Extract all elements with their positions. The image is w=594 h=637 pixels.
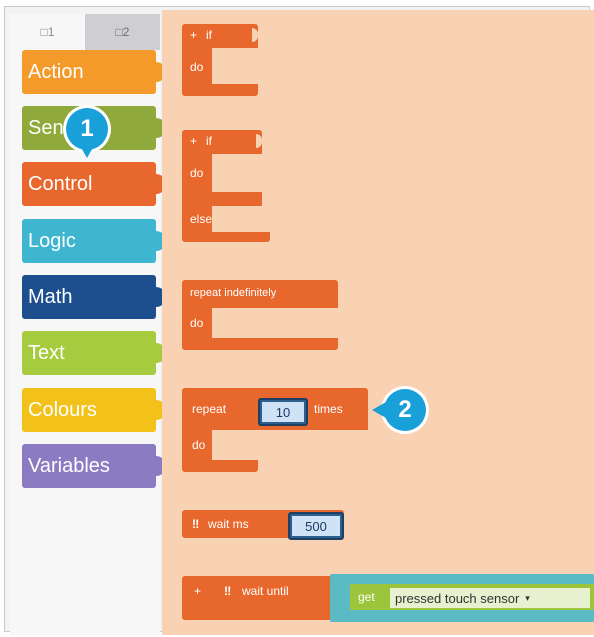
block-workspace[interactable]: + if do + if do else repeat indefinitely… — [162, 10, 594, 635]
repeat-count-value: 10 — [262, 402, 304, 422]
mutator-plus-icon[interactable]: + — [190, 28, 197, 42]
category-logic[interactable]: Logic — [22, 219, 166, 263]
do-label: do — [192, 438, 206, 452]
warning-icon: ‼ — [192, 517, 200, 531]
callout-1-number: 1 — [80, 115, 94, 142]
repeat-indefinitely-label: repeat indefinitely — [190, 287, 277, 299]
callout-2: 2 — [372, 389, 426, 431]
times-label: times — [314, 402, 343, 416]
tab-1[interactable]: □1 — [10, 14, 85, 50]
sensor-dropdown[interactable]: pressed touch sensor ▾ — [390, 588, 590, 608]
category-variables[interactable]: Variables — [22, 444, 166, 488]
repeat-label: repeat — [192, 402, 227, 416]
wait-ms-value: 500 — [292, 516, 340, 536]
mutator-plus-icon[interactable]: + — [190, 134, 197, 148]
do-label: do — [190, 316, 204, 330]
sensor-dropdown-value: pressed touch sensor — [395, 590, 520, 606]
else-label: else — [190, 212, 213, 226]
category-text[interactable]: Text — [22, 331, 166, 375]
tab-2[interactable]: □2 — [85, 14, 160, 50]
if-label: if — [206, 134, 212, 148]
do-label: do — [190, 60, 204, 74]
do-label: do — [190, 166, 204, 180]
callout-2-number: 2 — [398, 396, 412, 423]
category-action[interactable]: Action — [22, 50, 166, 94]
wait-until-label: wait until — [242, 584, 289, 598]
mutator-plus-icon[interactable]: + — [194, 584, 201, 598]
repeat-count-input[interactable]: 10 — [258, 398, 308, 426]
category-colours[interactable]: Colours — [22, 388, 166, 432]
wait-ms-input[interactable]: 500 — [288, 512, 344, 540]
get-label: get — [358, 590, 375, 604]
wait-ms-label: wait ms — [208, 517, 249, 531]
toolbox-tabs: □1 □2 — [10, 14, 160, 50]
warning-icon: ‼ — [224, 584, 232, 598]
callout-1: 1 — [66, 108, 108, 158]
chevron-down-icon: ▾ — [525, 592, 530, 603]
if-label: if — [206, 28, 212, 42]
category-math[interactable]: Math — [22, 275, 166, 319]
category-control[interactable]: Control — [22, 162, 166, 206]
